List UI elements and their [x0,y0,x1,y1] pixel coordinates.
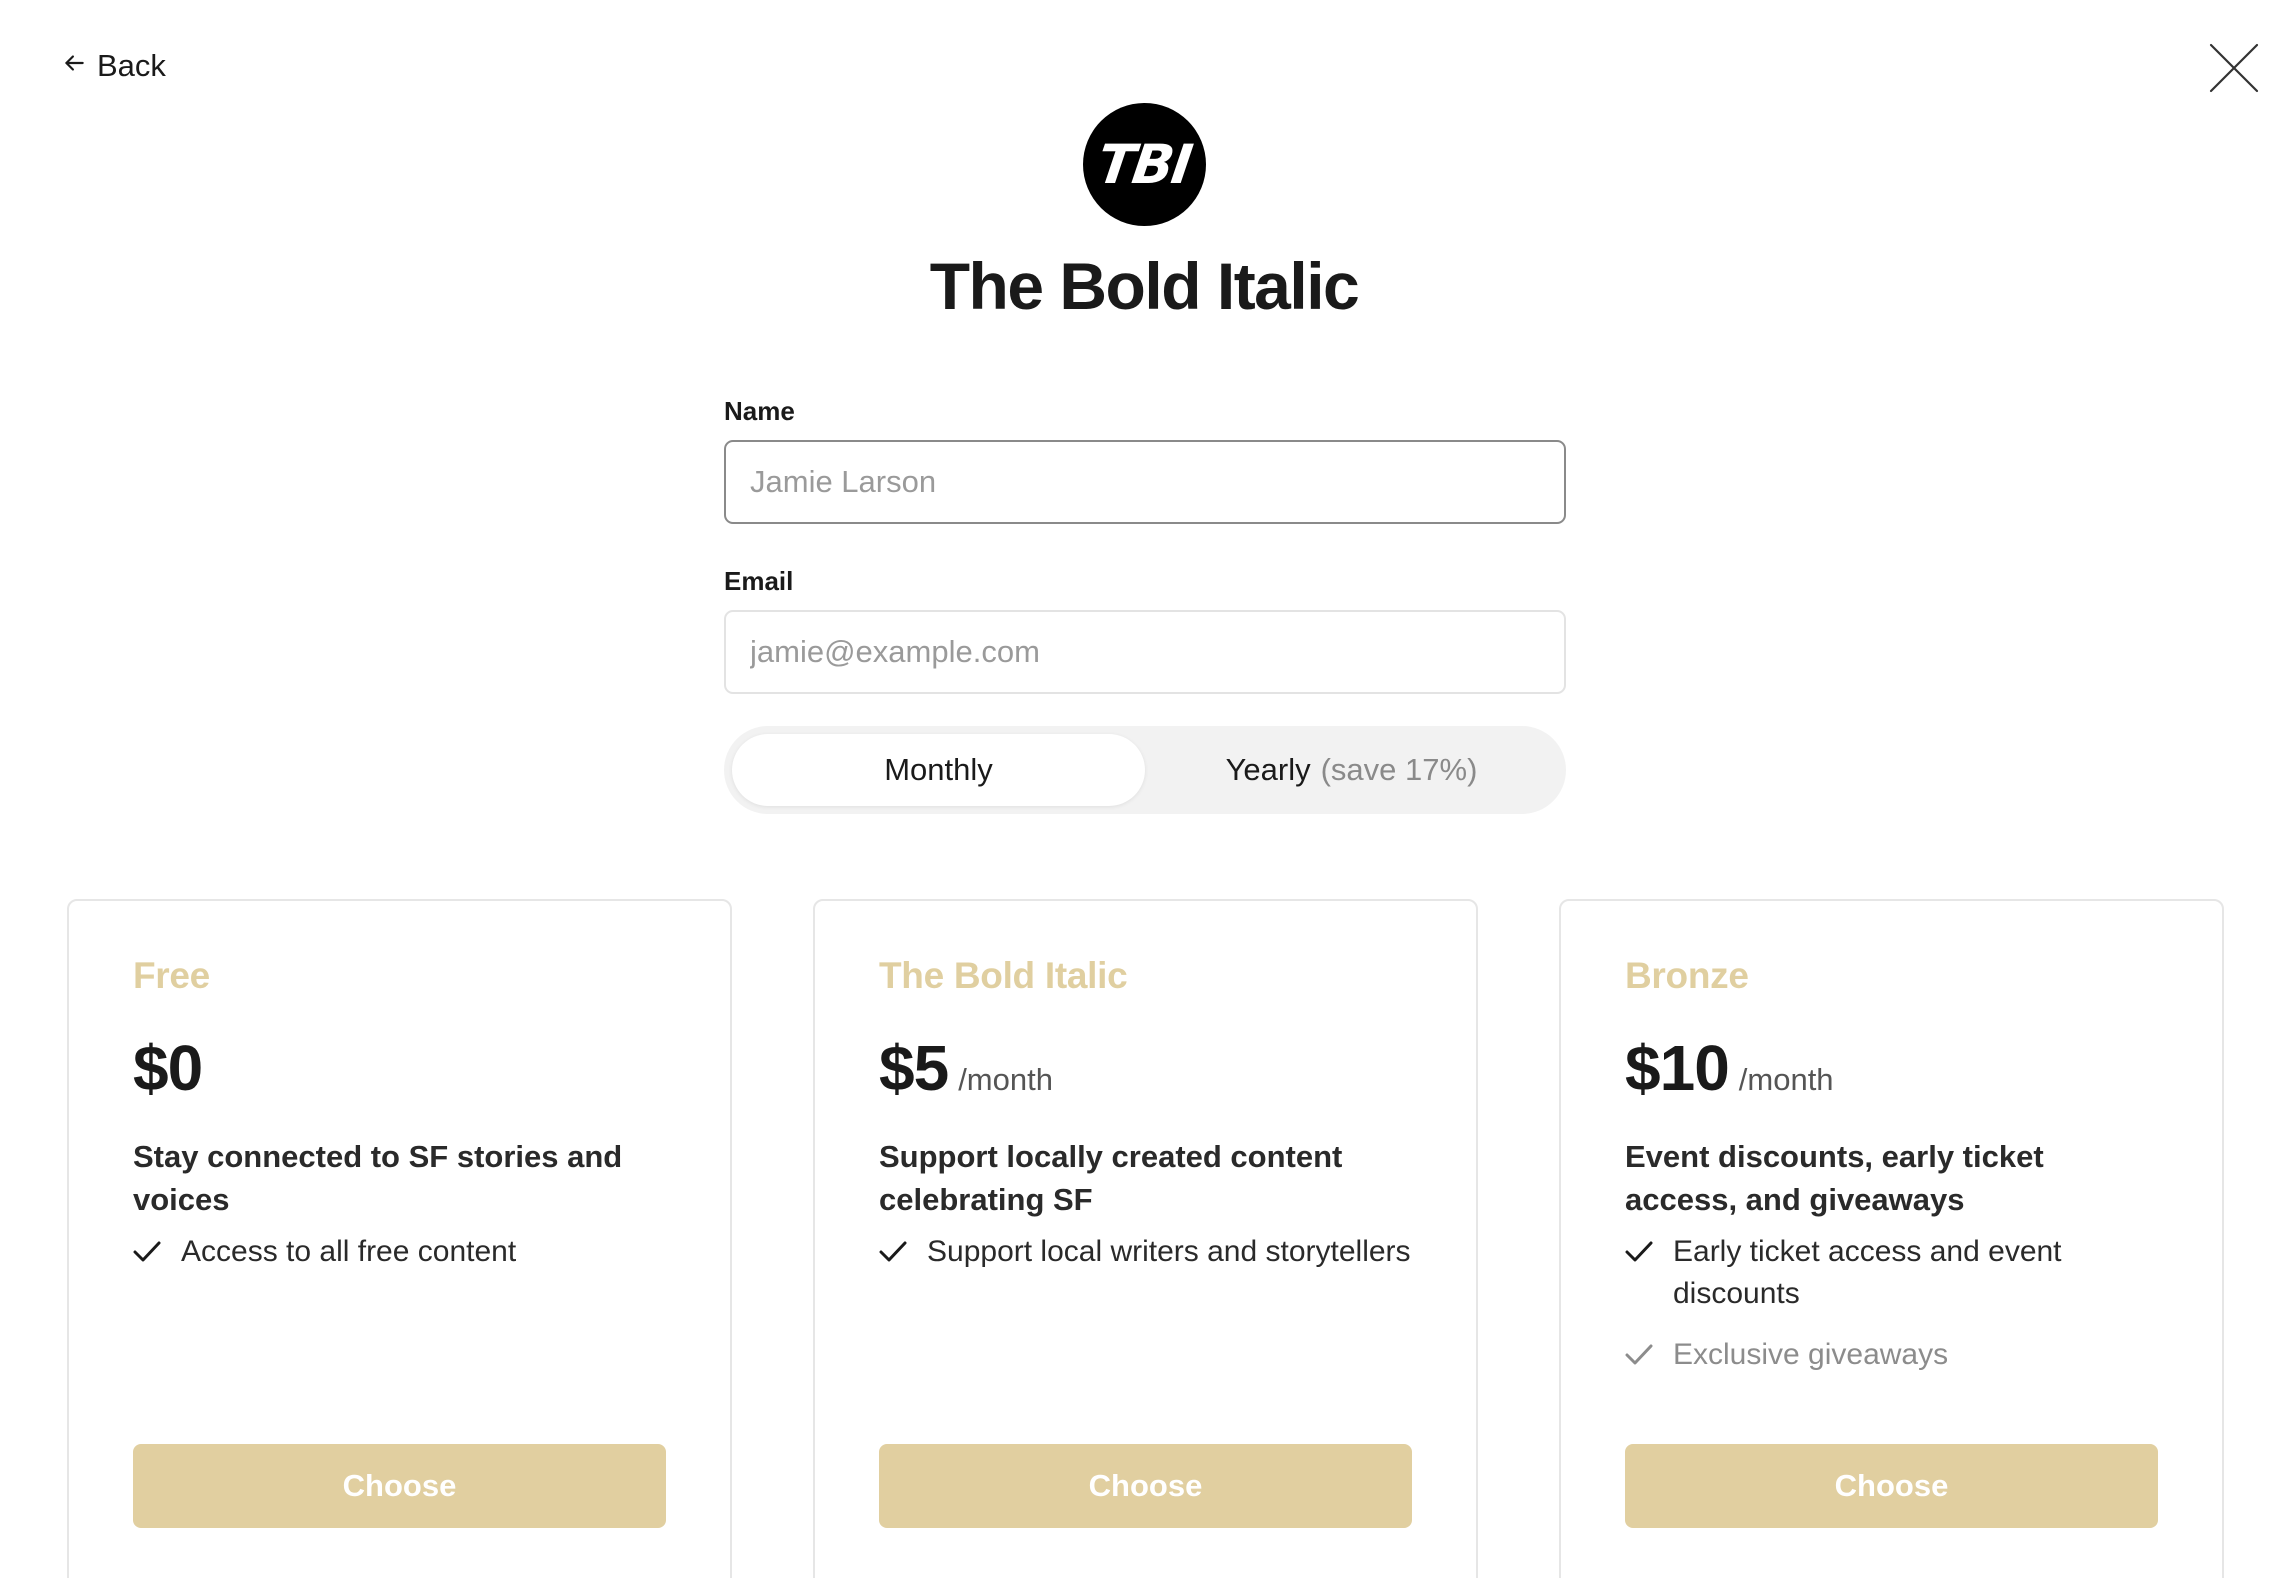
publication-logo: TBI [1083,103,1206,226]
logo-text: TBI [1094,133,1195,196]
benefit-list: Support local writers and storytellers [879,1231,1412,1273]
tier-price: $5 [879,1032,949,1104]
name-input[interactable] [724,440,1566,524]
toggle-yearly[interactable]: Yearly (save 17%) [1145,734,1558,806]
benefit-list: Access to all free content [133,1231,666,1273]
tier-period: /month [1738,1062,1834,1097]
tier-name: Free [133,955,210,996]
signup-form: Name Email Monthly Yearly (save 17%) [724,396,1566,814]
tier-price: $0 [133,1032,203,1104]
page-title: The Bold Italic [929,249,1360,323]
check-icon [879,1231,907,1273]
tier-price: $10 [1625,1032,1730,1104]
price-row: $10 /month [1625,1031,2158,1111]
tier-card-free: Free $0 Stay connected to SF stories and… [67,899,732,1578]
benefit-item: Support local writers and storytellers [879,1231,1412,1273]
benefit-text: Support local writers and storytellers [927,1235,1411,1268]
tier-period: /month [958,1062,1053,1097]
choose-button-the-bold-italic[interactable]: Choose [879,1444,1412,1528]
toggle-yearly-label: Yearly [1225,752,1311,787]
choose-button-bronze[interactable]: Choose [1625,1444,2158,1528]
tier-description: Stay connected to SF stories and voices [133,1139,623,1217]
price-row: $5 /month [879,1031,1412,1111]
email-input[interactable] [724,610,1566,694]
benefit-text: Access to all free content [181,1235,517,1268]
tier-description: Event discounts, early ticket access, an… [1625,1139,2044,1217]
benefit-text: Early ticket access and event discounts [1673,1235,2062,1310]
benefit-item: Exclusive giveaways [1625,1334,2158,1376]
price-row: $0 [133,1031,666,1111]
email-label: Email [724,566,794,596]
close-icon [2209,43,2259,93]
benefit-list: Early ticket access and event discounts … [1625,1231,2158,1376]
toggle-monthly[interactable]: Monthly [732,734,1145,806]
tier-name: The Bold Italic [879,955,1128,996]
back-label: Back [97,48,166,83]
arrow-left-icon [61,48,87,84]
choose-button-free[interactable]: Choose [133,1444,666,1528]
tier-card-the-bold-italic: The Bold Italic $5 /month Support locall… [813,899,1478,1578]
check-icon [133,1231,161,1273]
benefit-item: Access to all free content [133,1231,666,1273]
billing-period-toggle: Monthly Yearly (save 17%) [724,726,1566,814]
toggle-yearly-note: (save 17%) [1320,752,1478,787]
back-button[interactable]: Back [61,48,166,84]
benefit-text: Exclusive giveaways [1673,1338,1949,1371]
tier-name: Bronze [1625,955,1749,996]
check-icon [1625,1334,1653,1376]
signup-page: Back TBI The Bold Italic Name Email Mont… [0,0,2288,1578]
toggle-monthly-label: Monthly [884,752,993,787]
tier-card-bronze: Bronze $10 /month Event discounts, early… [1559,899,2224,1578]
name-label: Name [724,396,795,426]
benefit-item: Early ticket access and event discounts [1625,1231,2158,1315]
tier-description: Support locally created content celebrat… [879,1139,1343,1217]
close-button[interactable] [2208,42,2260,94]
check-icon [1625,1231,1653,1273]
